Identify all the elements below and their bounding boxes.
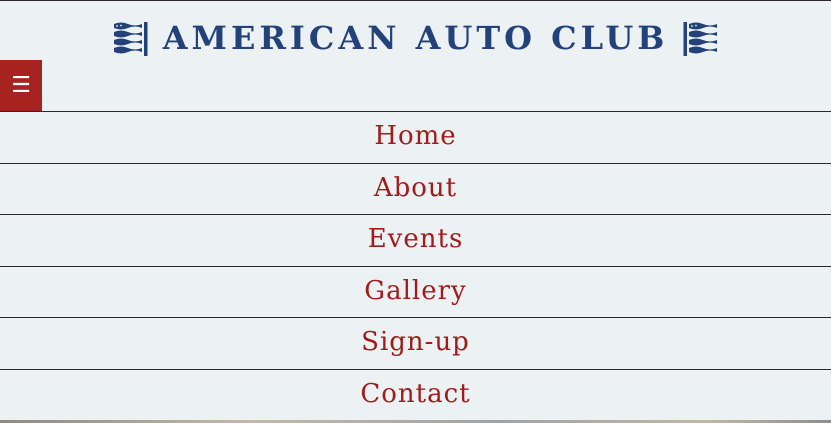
- nav-link-signup[interactable]: Sign-up: [0, 318, 831, 369]
- flag-icon: [683, 21, 718, 56]
- nav-item-gallery: Gallery: [0, 265, 831, 318]
- nav-link-about[interactable]: About: [0, 164, 831, 215]
- nav-item-events: Events: [0, 214, 831, 266]
- nav-item-signup: Sign-up: [0, 317, 831, 369]
- nav-link-contact[interactable]: Contact: [0, 370, 831, 421]
- site-title-text: AMERICAN AUTO CLUB: [162, 18, 669, 57]
- nav-item-contact: Contact: [0, 368, 831, 421]
- menu-toggle-button[interactable]: ☰: [0, 60, 42, 111]
- flag-icon: [113, 21, 148, 56]
- nav-link-home[interactable]: Home: [0, 112, 831, 163]
- nav-item-about: About: [0, 162, 831, 215]
- site-header: AMERICAN AUTO CLUB: [0, 0, 831, 60]
- nav-link-events[interactable]: Events: [0, 215, 831, 266]
- main-nav: Home About Events Gallery Sign-up Contac…: [0, 111, 831, 420]
- nav-link-gallery[interactable]: Gallery: [0, 267, 831, 318]
- site-title: AMERICAN AUTO CLUB: [0, 12, 831, 62]
- nav-item-home: Home: [0, 111, 831, 163]
- hamburger-icon: ☰: [11, 73, 31, 98]
